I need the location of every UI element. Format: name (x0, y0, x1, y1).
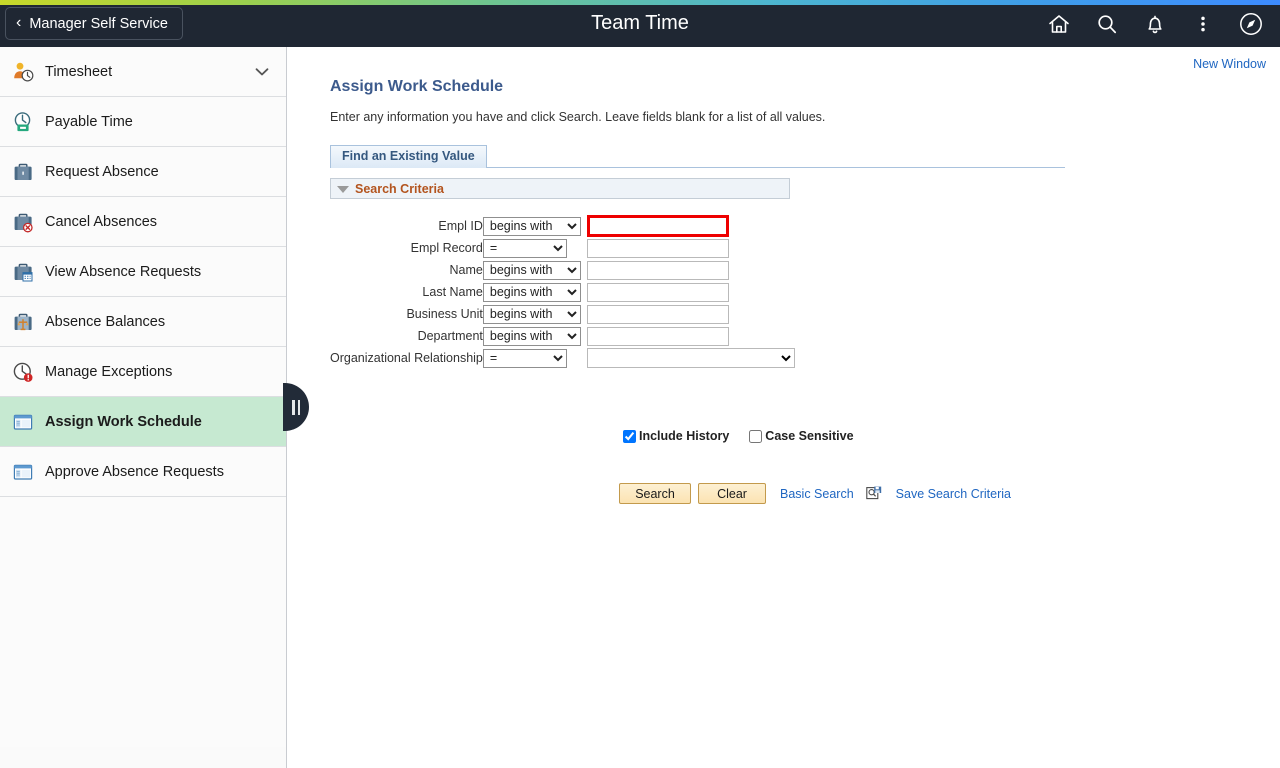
search-input-empl-record[interactable] (586, 238, 729, 258)
search-button[interactable]: Search (619, 483, 691, 504)
back-chevron-icon: ‹ (16, 14, 22, 31)
clear-button[interactable]: Clear (698, 483, 766, 504)
back-button-label: Manager Self Service (29, 15, 168, 32)
sidebar-item-label: Payable Time (45, 113, 133, 130)
criteria-row-organizational-relationship: Organizational Relationship = (330, 347, 795, 369)
field-label-organizational-relationship: Organizational Relationship (330, 351, 483, 365)
actions-menu-icon[interactable] (1190, 11, 1216, 37)
criteria-row-name: Name begins with (330, 259, 795, 281)
criteria-row-last-name: Last Name begins with (330, 281, 795, 303)
sidebar-item-label: Request Absence (45, 163, 159, 180)
new-window-link[interactable]: New Window (1193, 57, 1266, 71)
back-to-manager-self-service-button[interactable]: ‹ Manager Self Service (5, 7, 183, 40)
criteria-row-department: Department begins with (330, 325, 795, 347)
search-criteria-table: Empl ID begins with Empl Record = Name b… (330, 215, 795, 369)
operator-select-empl-record[interactable]: = (482, 238, 567, 258)
sidebar-item-label: Cancel Absences (45, 213, 158, 230)
home-icon[interactable] (1046, 11, 1072, 37)
navigation-sidebar: Timesheet Payable Time Request Absence C… (0, 47, 287, 768)
main-content: New Window Assign Work Schedule Enter an… (288, 47, 1280, 768)
operator-select-last-name[interactable]: begins with (482, 282, 581, 302)
app-header: ‹ Manager Self Service Team Time (0, 0, 1280, 47)
sidebar-item-label: Assign Work Schedule (45, 413, 202, 430)
sidebar-item-approve-absence-requests[interactable]: Approve Absence Requests (0, 447, 286, 497)
notifications-bell-icon[interactable] (1142, 11, 1168, 37)
clock-money-icon (10, 109, 36, 135)
sidebar-item-manage-exceptions[interactable]: Manage Exceptions (0, 347, 286, 397)
briefcase-cancel-icon (10, 209, 36, 235)
case-sensitive-checkbox-wrapper[interactable]: Case Sensitive (749, 429, 854, 443)
briefcase-balance-icon (10, 309, 36, 335)
sidebar-item-payable-time[interactable]: Payable Time (0, 97, 286, 147)
search-input-department[interactable] (586, 326, 729, 346)
triangle-down-icon[interactable] (337, 185, 349, 193)
include-history-checkbox[interactable] (623, 429, 636, 443)
search-options-row: Include History Case Sensitive (623, 429, 854, 443)
field-label-department: Department (417, 329, 483, 343)
field-label-empl-record: Empl Record (410, 241, 483, 255)
header-icon-group (1046, 0, 1272, 47)
sidebar-item-assign-work-schedule[interactable]: Assign Work Schedule (0, 397, 286, 447)
field-label-name: Name (449, 263, 483, 277)
operator-select-organizational-relationship[interactable]: = (482, 348, 567, 368)
include-history-checkbox-wrapper[interactable]: Include History (623, 429, 729, 443)
page-instructions: Enter any information you have and click… (330, 110, 826, 124)
operator-select-empl-id[interactable]: begins with (482, 216, 581, 236)
sidebar-item-label: Manage Exceptions (45, 363, 173, 380)
search-icon[interactable] (1094, 11, 1120, 37)
criteria-row-business-unit: Business Unit begins with (330, 303, 795, 325)
save-search-criteria-link[interactable]: Save Search Criteria (896, 487, 1011, 501)
tab-find-an-existing-value[interactable]: Find an Existing Value (330, 145, 487, 168)
search-input-name[interactable] (586, 260, 729, 280)
top-gradient-strip (0, 0, 1280, 5)
value-select-organizational-relationship[interactable] (586, 348, 795, 368)
person-clock-icon (10, 59, 36, 85)
briefcase-calendar-icon (10, 259, 36, 285)
briefcase-icon (10, 159, 36, 185)
search-criteria-section-header[interactable]: Search Criteria (330, 178, 790, 199)
search-input-business-unit[interactable] (586, 304, 729, 324)
window-page-icon (10, 409, 36, 435)
operator-select-name[interactable]: begins with (482, 260, 581, 280)
search-criteria-form: Empl ID begins with Empl Record = Name b… (330, 215, 1090, 369)
navbar-compass-icon[interactable] (1238, 11, 1264, 37)
case-sensitive-label: Case Sensitive (765, 429, 854, 443)
operator-select-department[interactable]: begins with (482, 326, 581, 346)
collapse-bars-icon (292, 399, 300, 415)
sidebar-item-label: Absence Balances (45, 313, 166, 330)
sidebar-item-label: Timesheet (45, 63, 113, 80)
basic-search-link[interactable]: Basic Search (780, 487, 854, 501)
search-input-last-name[interactable] (586, 282, 729, 302)
field-label-empl-id: Empl ID (438, 219, 483, 233)
sidebar-item-label: Approve Absence Requests (45, 463, 224, 480)
sidebar-item-timesheet[interactable]: Timesheet (0, 47, 286, 97)
sidebar-item-absence-balances[interactable]: Absence Balances (0, 297, 286, 347)
sidebar-item-cancel-absences[interactable]: Cancel Absences (0, 197, 286, 247)
case-sensitive-checkbox[interactable] (749, 429, 763, 443)
include-history-label: Include History (639, 429, 730, 443)
sidebar-empty-area (0, 497, 286, 747)
tab-strip: Find an Existing Value (330, 145, 1065, 168)
window-page-icon (10, 459, 36, 485)
field-label-business-unit: Business Unit (406, 307, 483, 321)
search-input-empl-id[interactable] (586, 215, 729, 237)
chevron-down-icon[interactable] (255, 64, 269, 79)
clock-alert-icon (10, 359, 36, 385)
page-title: Assign Work Schedule (330, 78, 504, 95)
save-search-icon[interactable] (865, 486, 882, 502)
sidebar-item-request-absence[interactable]: Request Absence (0, 147, 286, 197)
sidebar-item-view-absence-requests[interactable]: View Absence Requests (0, 247, 286, 297)
field-label-last-name: Last Name (422, 285, 483, 299)
criteria-row-empl-record: Empl Record = (330, 237, 795, 259)
criteria-row-empl-id: Empl ID begins with (330, 215, 795, 237)
search-criteria-title: Search Criteria (355, 181, 444, 196)
operator-select-business-unit[interactable]: begins with (482, 304, 581, 324)
search-actions-row: Search Clear Basic Search Save Search Cr… (619, 483, 1011, 504)
sidebar-item-label: View Absence Requests (45, 263, 202, 280)
